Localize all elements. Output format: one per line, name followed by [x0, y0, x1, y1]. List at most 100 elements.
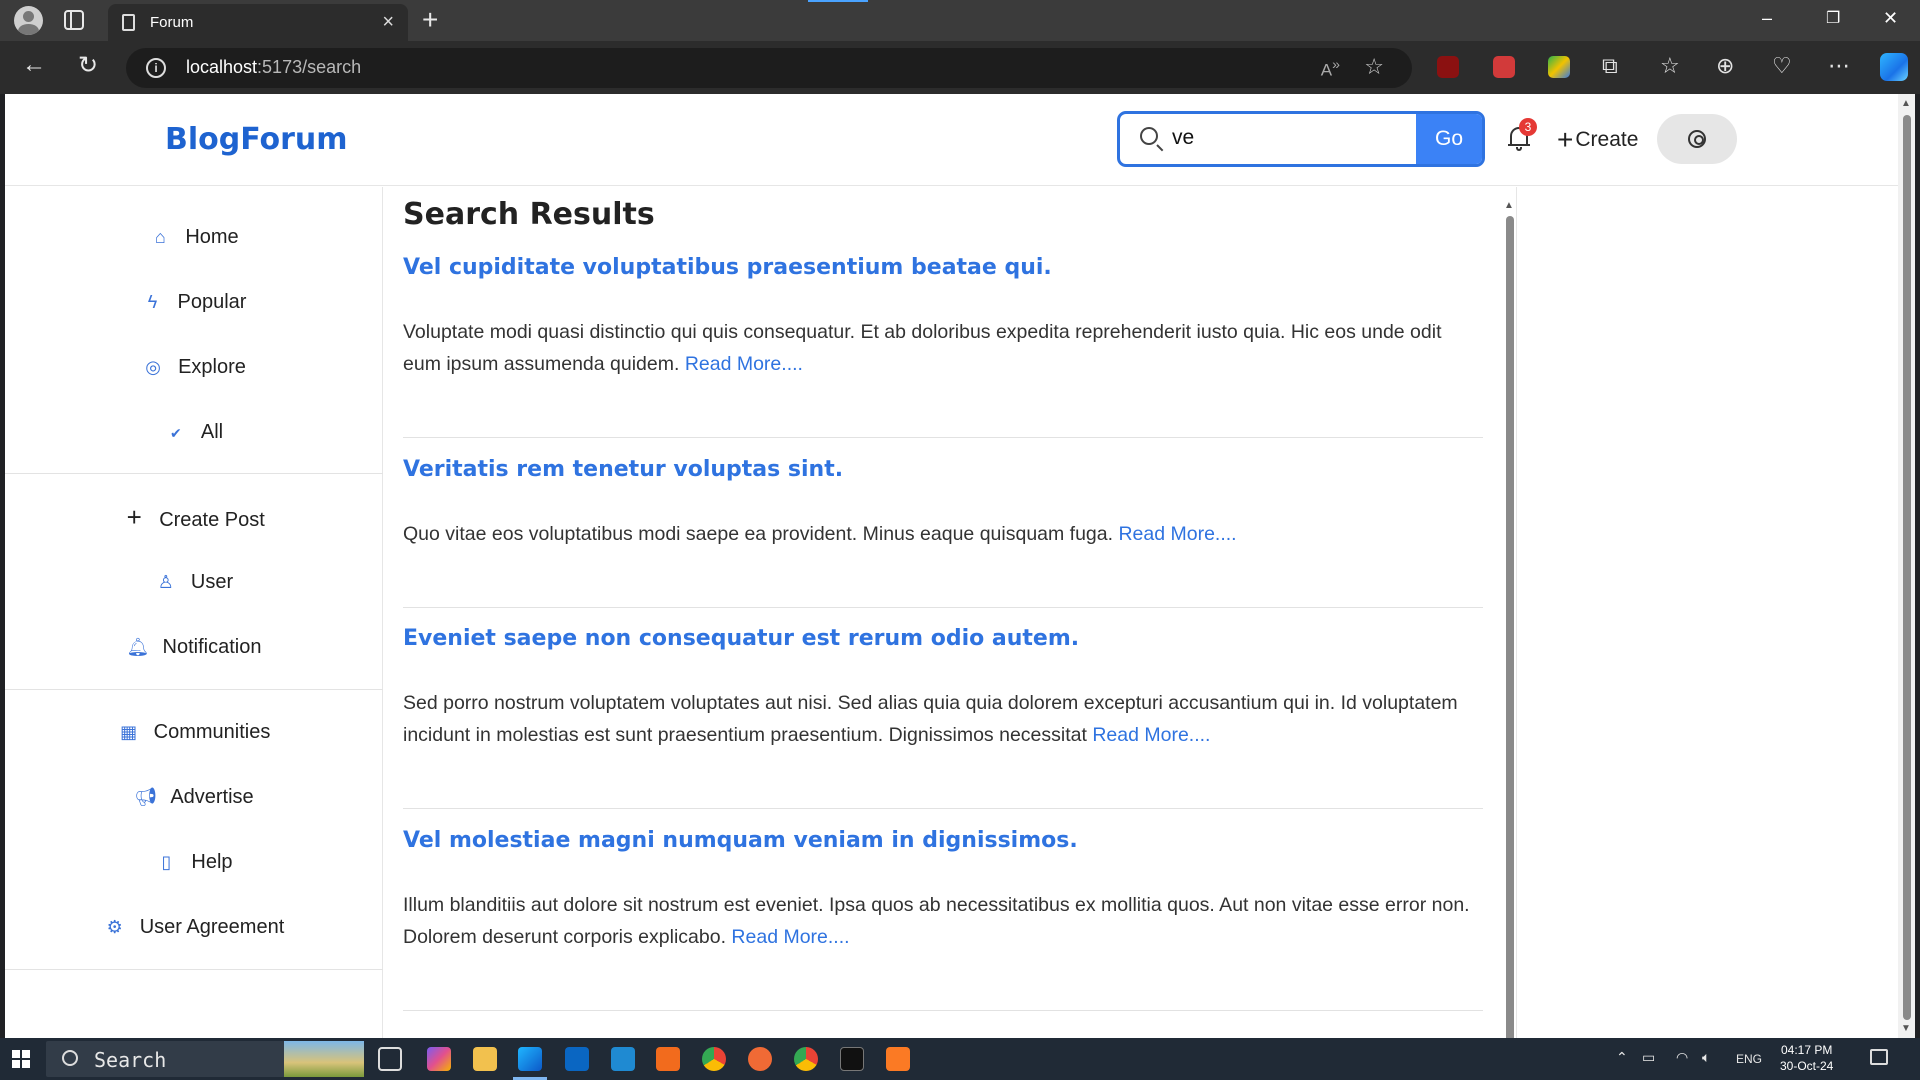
user-cog-icon: ⚙: [106, 917, 123, 937]
new-tab-icon[interactable]: +: [422, 4, 438, 36]
check-icon: ✔: [170, 425, 182, 441]
right-panel-divider: [1516, 187, 1517, 1038]
post-title-link[interactable]: Eveniet saepe non consequatur est rerum …: [403, 626, 1483, 651]
read-more-link[interactable]: Read More....: [1118, 523, 1236, 545]
browser-tab-forum[interactable]: Forum ×: [108, 4, 408, 41]
wifi-icon[interactable]: ◠: [1676, 1049, 1688, 1066]
extension-red-icon[interactable]: [1493, 56, 1515, 78]
site-header: BlogForum Go 3 +Create: [5, 94, 1898, 186]
language-indicator[interactable]: ENG: [1736, 1052, 1762, 1066]
user-circle-icon: [1688, 130, 1706, 148]
url-text: localhost:5173/search: [186, 57, 362, 77]
close-tab-icon[interactable]: ×: [382, 11, 394, 34]
sidebar-item-user-agreement[interactable]: ⚙ User Agreement: [5, 907, 383, 947]
copilot-icon[interactable]: [1880, 53, 1908, 81]
scroll-thumb[interactable]: [1903, 115, 1911, 1020]
sidebar-item-communities[interactable]: ▦ Communities: [5, 712, 383, 752]
post-title-link[interactable]: Vel molestiae magni numquam veniam in di…: [403, 828, 1483, 853]
user-icon: ♙: [157, 572, 174, 592]
refresh-icon[interactable]: ↻: [78, 51, 98, 80]
page-viewport: BlogForum Go 3 +Create ⌂Home ϟPopular ◎E…: [5, 94, 1915, 1038]
search-highlight-image: [284, 1041, 364, 1077]
minimize-icon[interactable]: –: [1762, 8, 1772, 29]
favorite-star-icon[interactable]: ☆: [1364, 54, 1384, 80]
plus-icon: +: [1557, 124, 1574, 155]
sidebar-item-explore[interactable]: ◎ Explore: [5, 347, 383, 387]
tab-actions-icon[interactable]: [64, 10, 84, 30]
battery-icon[interactable]: ▭: [1642, 1049, 1655, 1066]
profile-menu-button[interactable]: [1657, 114, 1737, 164]
results-scrollbar[interactable]: ▲: [1503, 200, 1517, 1038]
taskbar-search-box[interactable]: Search: [46, 1041, 364, 1077]
show-hidden-icons-icon[interactable]: ⌃: [1616, 1049, 1628, 1066]
scroll-up-icon[interactable]: ▲: [1901, 98, 1911, 109]
chrome-profile-icon[interactable]: [794, 1047, 818, 1071]
read-more-link[interactable]: Read More....: [1092, 724, 1210, 746]
sidebar-item-advertise[interactable]: 📢︎ Advertise: [5, 777, 383, 817]
restore-icon[interactable]: ❐: [1826, 8, 1840, 28]
more-menu-icon[interactable]: ⋯: [1828, 53, 1850, 79]
scroll-thumb[interactable]: [1506, 216, 1514, 1038]
sidebar-item-popular[interactable]: ϟ Popular: [5, 282, 383, 322]
linkedin-icon[interactable]: [565, 1047, 589, 1071]
sidebar-divider: [5, 689, 383, 690]
sidebar: ⌂ Home ϟ Popular ◎ Explore ✔ All + Create Pos…: [5, 187, 383, 1038]
volume-icon[interactable]: 🔈︎: [1702, 1049, 1710, 1066]
browser-tabstrip: Forum × + – ❐ ✕: [0, 0, 1920, 41]
sidebar-item-all[interactable]: ✔ All: [5, 412, 383, 452]
xampp-icon[interactable]: [886, 1047, 910, 1071]
windows-start-icon[interactable]: [12, 1050, 30, 1068]
sublime-text-icon[interactable]: [656, 1047, 680, 1071]
post-excerpt: Voluptate modi quasi distinctio qui quis…: [403, 321, 1442, 375]
building-icon: ▦: [120, 722, 138, 742]
loading-indicator: [808, 0, 868, 2]
read-more-link[interactable]: Read More....: [685, 353, 803, 375]
file-explorer-icon[interactable]: [473, 1047, 497, 1071]
search-input[interactable]: [1172, 122, 1392, 154]
sidebar-item-help[interactable]: ▯ Help: [5, 842, 383, 882]
site-logo[interactable]: BlogForum: [165, 122, 348, 157]
sidebar-item-user[interactable]: ♙ User: [5, 562, 383, 602]
compass-icon: ◎: [145, 357, 161, 377]
close-window-icon[interactable]: ✕: [1883, 8, 1898, 29]
terminal-icon[interactable]: [840, 1047, 864, 1071]
scroll-up-icon[interactable]: ▲: [1504, 200, 1514, 211]
clock-date: 30-Oct-24: [1780, 1059, 1834, 1073]
search-result-item: Vel cupiditate voluptatibus praesentium …: [403, 255, 1483, 438]
browser-essentials-icon[interactable]: ♡: [1772, 53, 1792, 79]
page-scrollbar[interactable]: ▲ ▼: [1898, 94, 1915, 1038]
ublock-extension-icon[interactable]: [1437, 56, 1459, 78]
vscode-icon[interactable]: [611, 1047, 635, 1071]
address-bar[interactable]: i localhost:5173/search A» ☆: [126, 48, 1412, 88]
sidebar-item-notification[interactable]: 🔔︎ Notification: [5, 627, 383, 667]
read-more-link[interactable]: Read More....: [731, 926, 849, 948]
back-icon[interactable]: ←: [22, 51, 46, 79]
create-label: Create: [1575, 128, 1639, 151]
read-aloud-icon[interactable]: A»: [1321, 57, 1340, 81]
main-content: Search Results Vel cupiditate voluptatib…: [403, 187, 1483, 1038]
edge-browser-icon[interactable]: [518, 1047, 542, 1071]
copilot-taskbar-icon[interactable]: [427, 1047, 451, 1071]
taskbar-clock[interactable]: 04:17 PM 30-Oct-24: [1780, 1042, 1833, 1074]
site-info-icon[interactable]: i: [146, 58, 166, 78]
create-button[interactable]: +Create: [1557, 124, 1638, 156]
megaphone-icon: 📢︎: [134, 787, 158, 807]
postman-icon[interactable]: [748, 1047, 772, 1071]
sidebar-item-create-post[interactable]: + Create Post: [5, 497, 383, 537]
chrome-icon[interactable]: [702, 1047, 726, 1071]
extension-colorful-icon[interactable]: [1548, 56, 1570, 78]
sidebar-item-home[interactable]: ⌂ Home: [5, 217, 383, 257]
scroll-down-icon[interactable]: ▼: [1901, 1023, 1911, 1034]
post-title-link[interactable]: Vel cupiditate voluptatibus praesentium …: [403, 255, 1483, 280]
notification-center-icon[interactable]: [1870, 1049, 1888, 1065]
post-title-link[interactable]: Veritatis rem tenetur voluptas sint.: [403, 457, 1483, 482]
extensions-puzzle-icon[interactable]: ⧉: [1602, 53, 1618, 79]
favorites-icon[interactable]: ☆: [1660, 53, 1680, 79]
collections-icon[interactable]: ⊕: [1716, 53, 1734, 79]
tab-title: Forum: [150, 14, 194, 31]
browser-profile-avatar[interactable]: [14, 6, 43, 35]
task-view-icon[interactable]: [378, 1047, 402, 1071]
search-go-button[interactable]: Go: [1416, 114, 1482, 164]
post-excerpt: Quo vitae eos voluptatibus modi saepe ea…: [403, 523, 1237, 545]
search-icon: [62, 1050, 78, 1066]
